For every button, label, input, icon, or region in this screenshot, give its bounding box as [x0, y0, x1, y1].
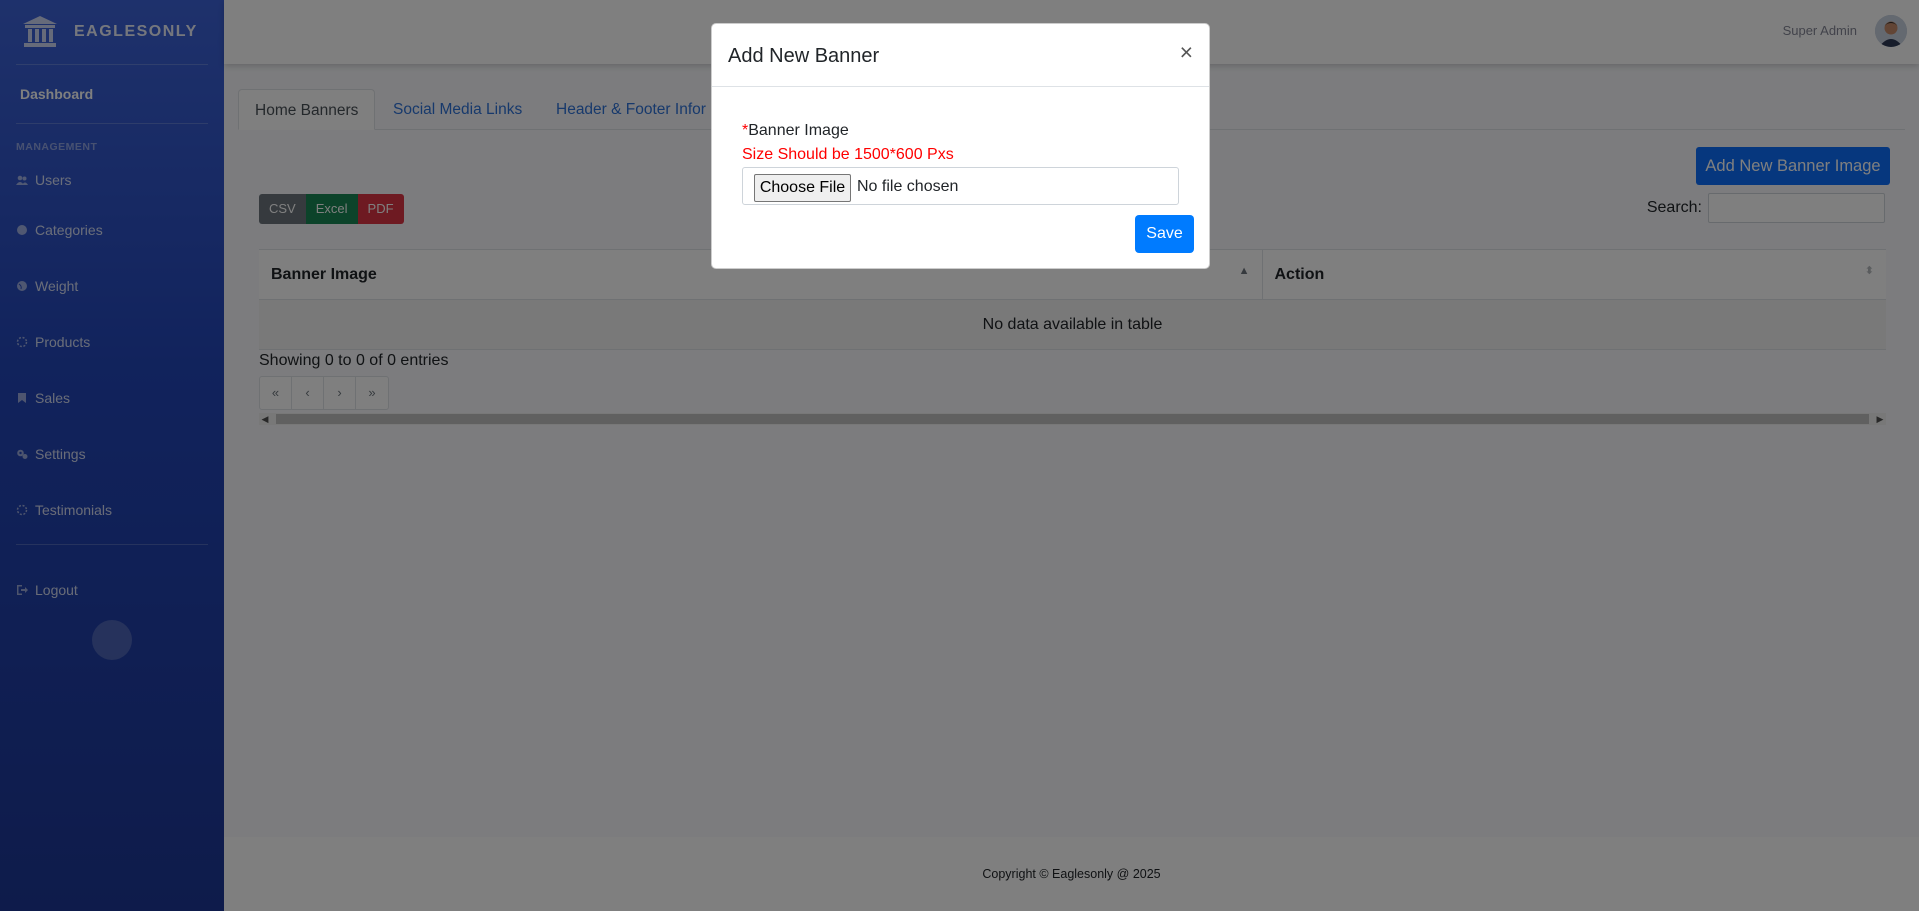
save-button[interactable]: Save	[1135, 215, 1194, 253]
size-hint: Size Should be 1500*600 Pxs	[742, 146, 954, 163]
modal-title: Add New Banner	[728, 45, 880, 67]
banner-file-input[interactable]: Choose File No file chosen	[742, 167, 1179, 205]
banner-image-label: *Banner Image	[742, 122, 849, 140]
modal-header: Add New Banner ×	[712, 24, 1209, 87]
choose-file-button[interactable]: Choose File	[754, 174, 851, 202]
field-label-text: Banner Image	[748, 122, 849, 139]
add-banner-modal: Add New Banner × *Banner Image Size Shou…	[711, 23, 1210, 269]
file-status: No file chosen	[857, 178, 959, 195]
close-icon[interactable]: ×	[1180, 40, 1193, 64]
